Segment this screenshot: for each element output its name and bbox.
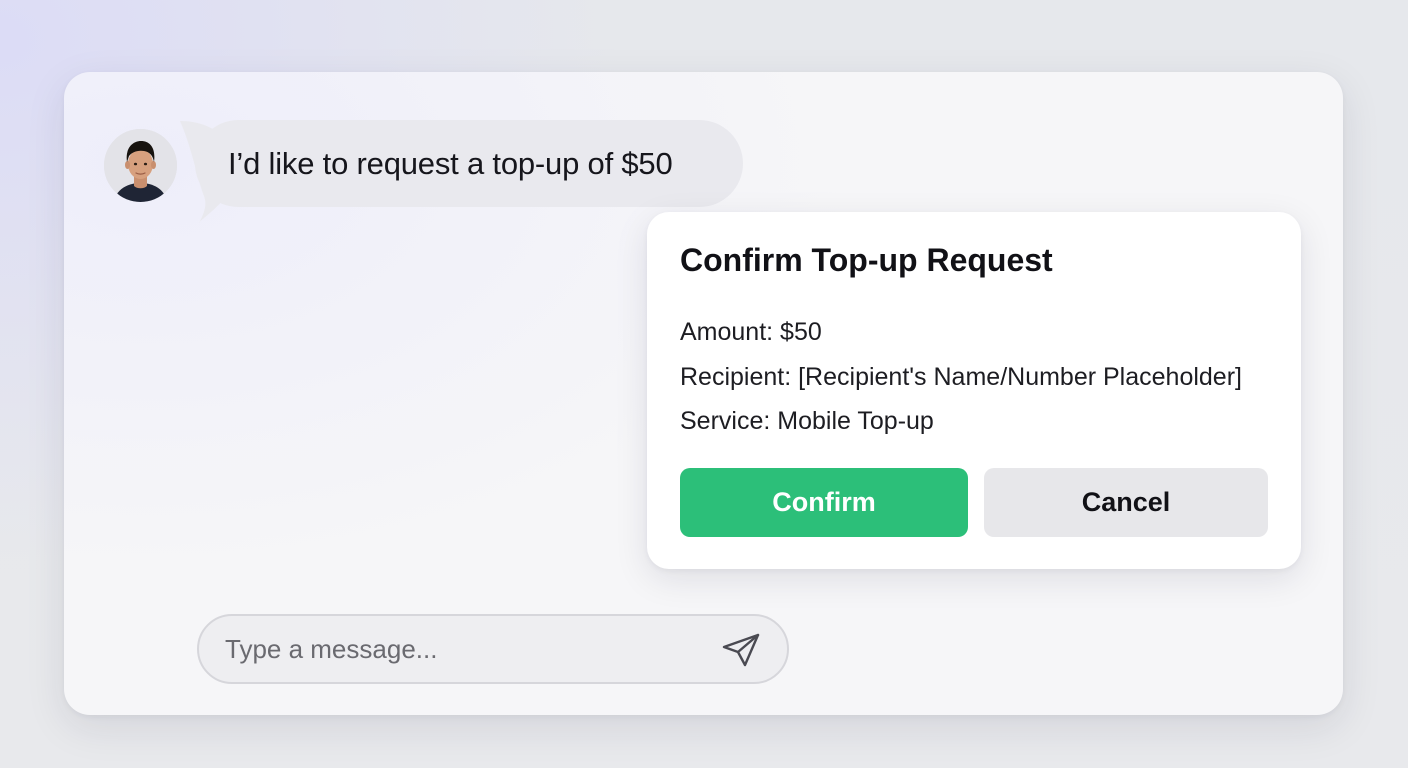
send-button[interactable] xyxy=(720,631,762,669)
avatar-icon xyxy=(104,129,177,202)
cancel-button[interactable]: Cancel xyxy=(984,468,1268,537)
confirm-button[interactable]: Confirm xyxy=(680,468,968,537)
user-message-bubble: I’d like to request a top-up of $50 xyxy=(195,120,743,207)
send-icon xyxy=(722,633,760,667)
message-input[interactable] xyxy=(225,616,705,682)
confirm-topup-card: Confirm Top-up Request Amount: $50 Recip… xyxy=(647,212,1301,569)
user-message-text: I’d like to request a top-up of $50 xyxy=(228,145,673,181)
card-title: Confirm Top-up Request xyxy=(680,242,1053,278)
message-composer xyxy=(197,614,789,684)
user-avatar xyxy=(104,129,177,202)
service-line: Service: Mobile Top-up xyxy=(680,407,934,435)
amount-line: Amount: $50 xyxy=(680,318,822,346)
recipient-line: Recipient: [Recipient's Name/Number Plac… xyxy=(680,363,1242,391)
